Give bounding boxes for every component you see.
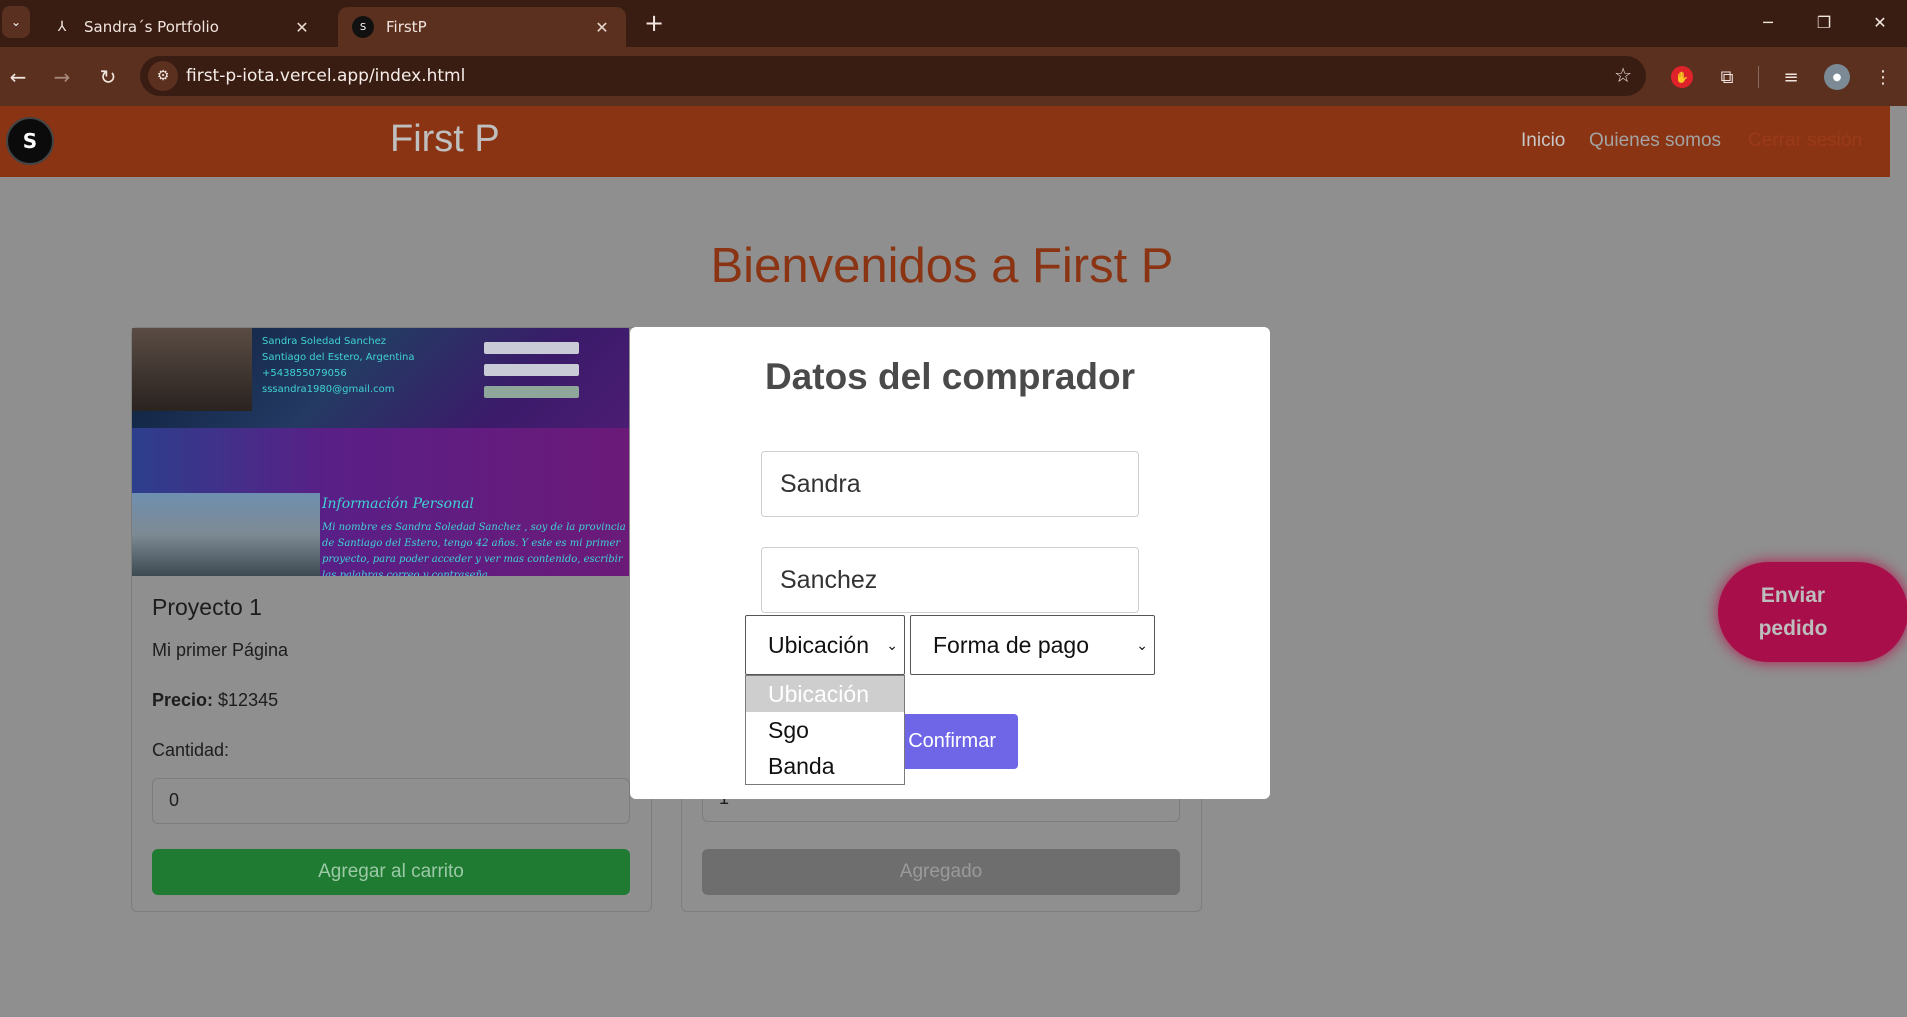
- chevron-down-icon: ⌄: [886, 637, 898, 653]
- card-image: Sandra Soledad Sanchez Santiago del Este…: [132, 328, 629, 576]
- browser-tabstrip: ⌄ ⅄ Sandra´s Portfolio ✕ S FirstP ✕ + ─ …: [0, 0, 1907, 47]
- restore-button[interactable]: ❐: [1799, 6, 1849, 38]
- tab-search-chevron-icon[interactable]: ⌄: [2, 6, 30, 38]
- close-window-button[interactable]: ✕: [1855, 6, 1905, 38]
- modal-title: Datos del comprador: [764, 356, 1136, 397]
- site-logo-icon: S: [352, 16, 374, 38]
- location-option[interactable]: Sgo: [746, 712, 904, 748]
- added-button[interactable]: Agregado: [702, 849, 1180, 895]
- bookmark-star-icon[interactable]: ☆: [1614, 63, 1632, 87]
- payment-select[interactable]: Forma de pago ⌄: [910, 615, 1155, 675]
- tab-portfolio[interactable]: ⅄ Sandra´s Portfolio ✕: [38, 7, 326, 47]
- page-title: Bienvenidos a First P: [710, 239, 1174, 293]
- reload-button[interactable]: ↻: [92, 61, 124, 93]
- location-dropdown-list: Ubicación Sgo Banda: [745, 675, 905, 785]
- profile-photo: [132, 328, 252, 411]
- site-logo[interactable]: S: [6, 117, 54, 165]
- back-button[interactable]: ←: [2, 61, 34, 93]
- nav-quienes-somos[interactable]: Quienes somos: [1589, 130, 1721, 152]
- info-text: Mi nombre es Sandra Soledad Sanchez , so…: [322, 522, 626, 576]
- close-tab-icon[interactable]: ✕: [592, 18, 612, 37]
- product-card: Sandra Soledad Sanchez Santiago del Este…: [131, 327, 652, 912]
- address-bar[interactable]: ⚙ first-p-iota.vercel.app/index.html ☆: [140, 56, 1646, 96]
- browser-menu-icon[interactable]: ⋮: [1868, 62, 1898, 92]
- add-to-cart-button[interactable]: Agregar al carrito: [152, 849, 630, 895]
- site-brand[interactable]: First P: [390, 118, 500, 161]
- close-tab-icon[interactable]: ✕: [292, 18, 312, 37]
- new-tab-button[interactable]: +: [640, 8, 668, 38]
- forward-button[interactable]: →: [46, 61, 78, 93]
- person-icon: ⅄: [57, 19, 67, 35]
- last-name-input[interactable]: Sanchez: [761, 547, 1139, 613]
- nav-inicio[interactable]: Inicio: [1521, 130, 1565, 152]
- card-subtitle: Mi primer Página: [152, 640, 289, 660]
- contact-lines: Sandra Soledad Sanchez Santiago del Este…: [262, 336, 415, 395]
- location-select[interactable]: Ubicación ⌄: [745, 615, 905, 675]
- buyer-modal: Datos del comprador Sandra Sanchez Ubica…: [630, 327, 1270, 799]
- browser-toolbar: ← → ↻ ⚙ first-p-iota.vercel.app/index.ht…: [0, 47, 1907, 106]
- card-price: Precio: $12345: [152, 690, 279, 710]
- chevron-down-icon: ⌄: [1136, 637, 1148, 653]
- media-control-icon[interactable]: ≡: [1776, 62, 1806, 92]
- url-text[interactable]: first-p-iota.vercel.app/index.html: [186, 66, 465, 86]
- send-order-button[interactable]: Enviar pedido: [1718, 562, 1907, 662]
- extensions-puzzle-icon[interactable]: ⧉: [1712, 62, 1742, 92]
- card-title: Proyecto 1: [152, 594, 262, 620]
- info-title: Información Personal: [322, 496, 474, 512]
- site-info-icon[interactable]: ⚙: [148, 61, 178, 91]
- site-navbar: S First P Inicio Quienes somos Cerrar se…: [0, 106, 1890, 177]
- quantity-input[interactable]: 0: [152, 778, 630, 824]
- minimize-button[interactable]: ─: [1743, 6, 1793, 38]
- profile-avatar[interactable]: ●: [1824, 64, 1850, 90]
- mini-login-form: [484, 342, 579, 408]
- toolbar-divider: [1758, 66, 1759, 88]
- building-photo: [132, 493, 320, 576]
- nav-cerrar-sesion[interactable]: Cerrar sesión: [1748, 130, 1862, 152]
- quantity-label: Cantidad:: [152, 740, 230, 760]
- location-option[interactable]: Ubicación: [746, 676, 904, 712]
- tab-firstp[interactable]: S FirstP ✕: [338, 7, 626, 47]
- location-option[interactable]: Banda: [746, 748, 904, 784]
- extension-stop-icon[interactable]: ✋: [1671, 66, 1693, 88]
- first-name-input[interactable]: Sandra: [761, 451, 1139, 517]
